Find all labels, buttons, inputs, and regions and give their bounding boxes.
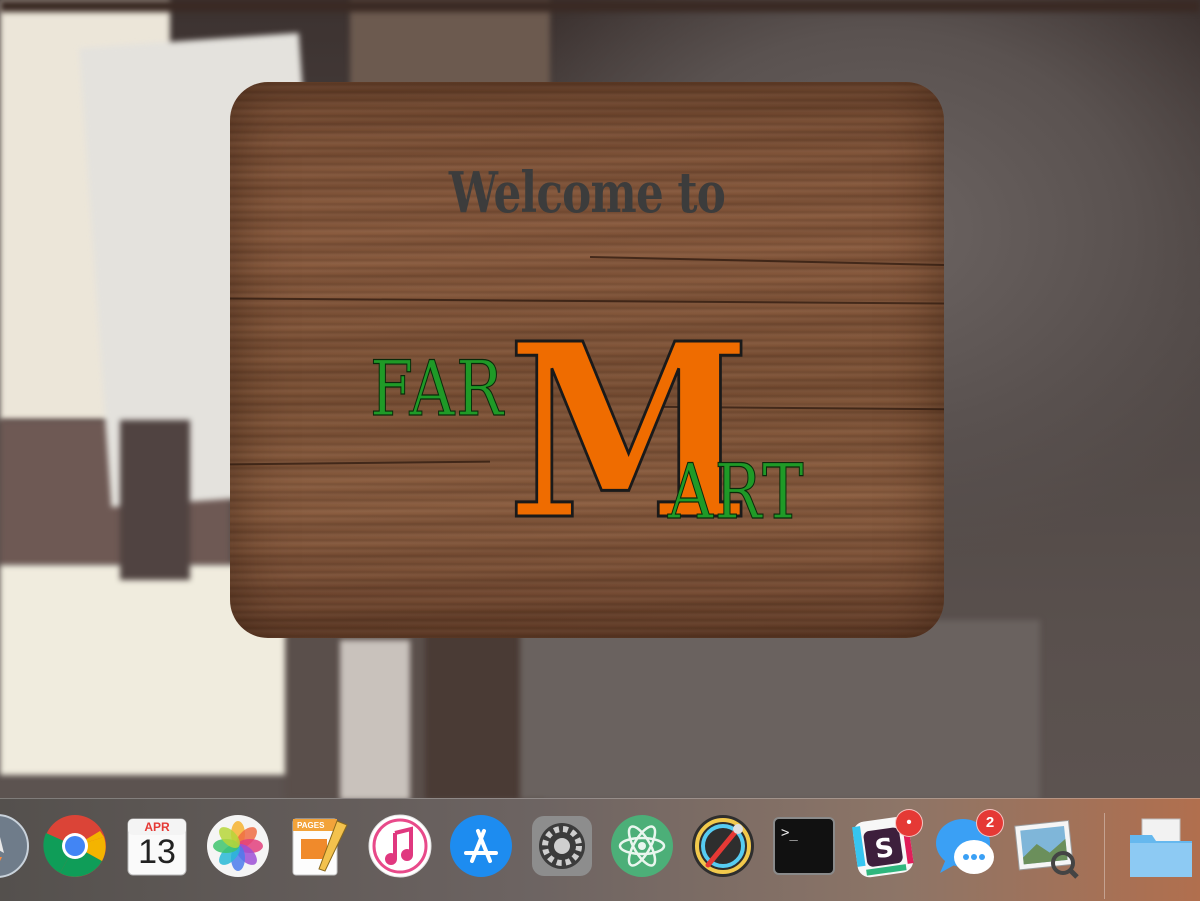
pages-icon[interactable]: PAGES: [287, 813, 353, 885]
messages-badge: 2: [976, 809, 1004, 837]
calendar-day: 13: [138, 833, 176, 871]
terminal-prompt: >_: [781, 825, 798, 841]
downloads-folder-icon[interactable]: [1128, 813, 1194, 885]
app-store-icon[interactable]: [448, 813, 514, 885]
dock-separator: [1104, 813, 1105, 899]
logo-far-text: FAR: [370, 343, 505, 433]
photos-icon[interactable]: [205, 813, 271, 885]
slack-badge: •: [895, 809, 923, 837]
calendar-icon[interactable]: APR 13: [124, 813, 190, 885]
welcome-heading: Welcome to: [448, 160, 726, 226]
dock: APR 13 PAGES >_ S • 2: [0, 798, 1200, 901]
calendar-month: APR: [144, 820, 170, 834]
terminal-icon[interactable]: >_: [771, 813, 837, 885]
launchpad-icon[interactable]: [0, 813, 30, 885]
pages-label: PAGES: [297, 821, 325, 830]
preview-icon[interactable]: [1013, 813, 1079, 885]
chrome-icon[interactable]: [42, 813, 108, 885]
digital-color-meter-icon[interactable]: [690, 813, 756, 885]
system-preferences-icon[interactable]: [529, 813, 595, 885]
messages-icon[interactable]: 2: [932, 809, 1004, 885]
logo-art-text: ART: [668, 446, 806, 536]
welcome-card: Welcome to FAR M ART: [230, 82, 944, 638]
itunes-icon[interactable]: [367, 813, 433, 885]
slack-icon[interactable]: S •: [851, 809, 923, 885]
atom-icon[interactable]: [609, 813, 675, 885]
